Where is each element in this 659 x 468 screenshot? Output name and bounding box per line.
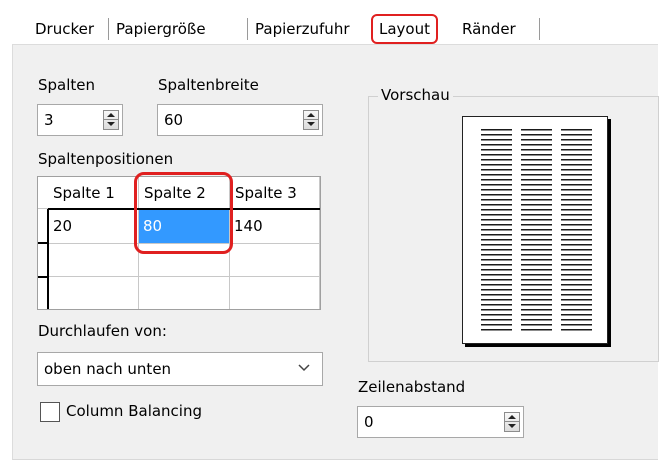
columns-value: 3 <box>44 111 54 129</box>
line-spacing-label: Zeilenabstand <box>358 378 466 396</box>
spin-down-icon[interactable] <box>304 120 318 129</box>
chevron-down-icon[interactable] <box>298 362 310 374</box>
columns-spin-buttons[interactable] <box>103 110 119 130</box>
line-spacing-spinner[interactable]: 0 <box>357 406 524 438</box>
preview-title: Vorschau <box>378 86 453 104</box>
line-spacing-value: 0 <box>364 413 374 431</box>
grid-cell[interactable] <box>49 277 139 309</box>
column-width-label: Spaltenbreite <box>158 76 259 94</box>
spin-down-icon[interactable] <box>104 120 118 129</box>
tab-layout[interactable]: Layout <box>371 14 438 44</box>
columns-label: Spalten <box>38 76 96 94</box>
column-width-value: 60 <box>164 111 184 129</box>
grid-corner <box>38 177 48 209</box>
grid-cell[interactable]: 140 <box>230 210 320 244</box>
preview-text-column <box>521 129 552 333</box>
tab-papierzufuhr[interactable]: Papierzufuhr <box>248 14 350 44</box>
column-balancing-checkbox[interactable] <box>40 402 60 422</box>
grid-cell[interactable] <box>139 277 230 309</box>
grid-header-spalte-1[interactable]: Spalte 1 <box>48 177 139 209</box>
highlight-spalte-2 <box>134 172 233 254</box>
spin-up-icon[interactable] <box>304 111 318 120</box>
columns-spinner[interactable]: 3 <box>37 104 123 136</box>
run-order-value: oben nach unten <box>44 360 172 378</box>
grid-cell[interactable] <box>230 277 320 309</box>
column-balancing-label[interactable]: Column Balancing <box>66 402 202 420</box>
grid-row-header-divider <box>47 209 49 309</box>
grid-cell[interactable]: 20 <box>49 210 139 244</box>
grid-header-spalte-3[interactable]: Spalte 3 <box>230 177 320 209</box>
grid-row-marker <box>38 276 48 278</box>
tab-raender[interactable]: Ränder <box>459 14 516 44</box>
column-positions-label: Spaltenpositionen <box>38 150 174 168</box>
preview-page <box>462 116 608 344</box>
spin-up-icon[interactable] <box>104 111 118 120</box>
run-order-dropdown[interactable]: oben nach unten <box>37 352 323 386</box>
preview-text-column <box>481 129 512 333</box>
spin-up-icon[interactable] <box>505 413 519 422</box>
column-width-spinner[interactable]: 60 <box>157 104 323 136</box>
grid-cell[interactable] <box>230 244 320 277</box>
preview-text-column <box>561 129 592 333</box>
grid-cell[interactable] <box>49 244 139 277</box>
tab-papiergroesse[interactable]: Papiergröße <box>109 14 206 44</box>
column-width-spin-buttons[interactable] <box>303 110 319 130</box>
line-spacing-spin-buttons[interactable] <box>504 412 520 432</box>
run-order-label: Durchlaufen von: <box>38 322 167 340</box>
tab-separator <box>539 18 540 40</box>
tab-drucker[interactable]: Drucker <box>28 14 94 44</box>
spin-down-icon[interactable] <box>505 422 519 431</box>
grid-row-marker <box>38 242 48 244</box>
